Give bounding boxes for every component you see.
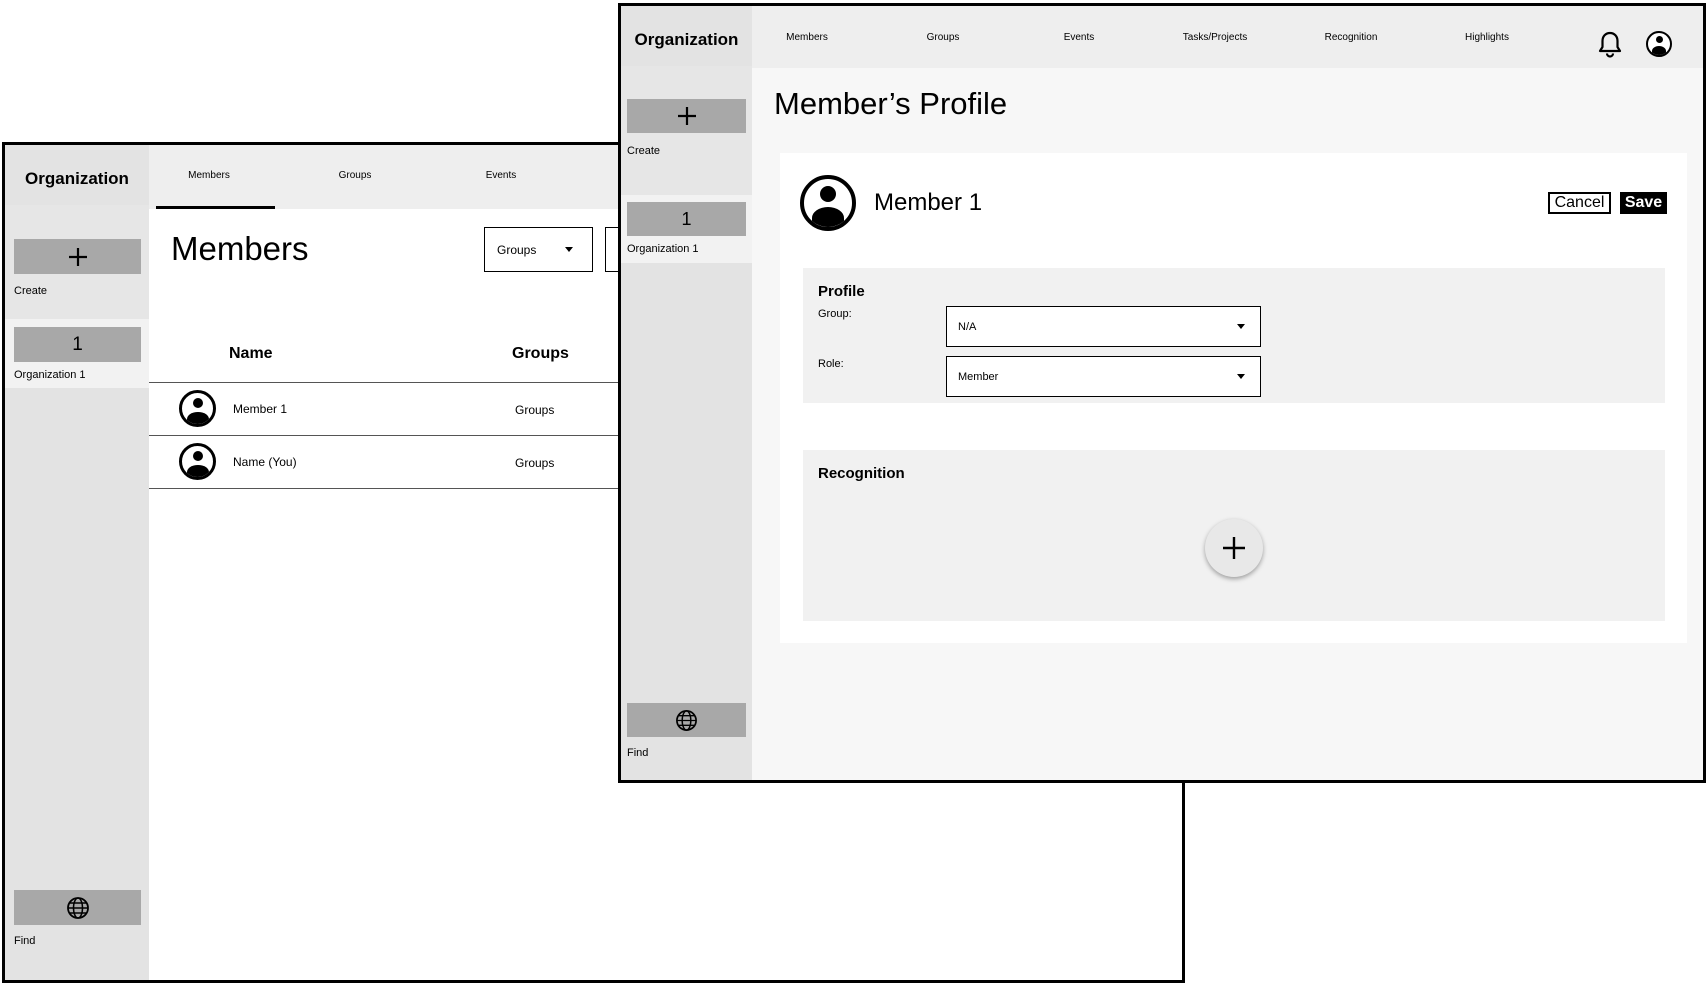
- user-account-icon[interactable]: [1646, 31, 1672, 57]
- chevron-down-icon: [1237, 374, 1245, 379]
- find-label: Find: [14, 935, 36, 947]
- profile-panel: Member 1 Cancel Save Profile Group: N/A …: [780, 153, 1687, 643]
- bell-icon[interactable]: [1597, 30, 1623, 58]
- tab-recognition[interactable]: Recognition: [1296, 32, 1406, 43]
- column-header-groups: Groups: [512, 345, 569, 362]
- member-name[interactable]: Member 1: [233, 402, 287, 416]
- member-profile-window: Organization Create 1 Organization 1 Fin…: [618, 3, 1706, 783]
- find-label: Find: [627, 747, 649, 759]
- plus-icon: [1223, 537, 1245, 559]
- sidebar: Organization Create 1 Organization 1 Fin…: [5, 145, 149, 980]
- chevron-down-icon: [565, 247, 573, 252]
- group-select[interactable]: N/A: [946, 306, 1261, 347]
- find-button[interactable]: [627, 703, 746, 737]
- member-name: Member 1: [874, 189, 983, 216]
- role-select[interactable]: Member: [946, 356, 1261, 397]
- chevron-down-icon: [1237, 324, 1245, 329]
- globe-icon: [66, 896, 89, 919]
- globe-icon: [676, 709, 697, 731]
- avatar: [179, 390, 216, 427]
- org-tile[interactable]: 1 Organization 1: [621, 195, 752, 263]
- sidebar: Organization Create 1 Organization 1 Fin…: [621, 6, 752, 780]
- tab-highlights[interactable]: Highlights: [1432, 32, 1542, 43]
- create-label: Create: [627, 145, 661, 157]
- recognition-heading: Recognition: [818, 465, 905, 482]
- page-title: Member’s Profile: [774, 86, 1008, 121]
- top-nav: Members Groups Events Tasks/Projects Rec…: [752, 6, 1703, 68]
- groups-filter-dropdown[interactable]: Groups: [484, 227, 593, 272]
- member-groups: Groups: [515, 456, 555, 470]
- table-divider: [149, 382, 629, 383]
- add-recognition-button[interactable]: [1205, 519, 1263, 577]
- member-avatar: [800, 175, 856, 231]
- org-number[interactable]: 1: [627, 202, 746, 236]
- create-section: Create: [621, 66, 752, 196]
- profile-card: Profile Group: N/A Role: Member: [803, 268, 1665, 403]
- plus-icon: [68, 247, 87, 266]
- tab-groups[interactable]: Groups: [888, 32, 998, 43]
- member-groups: Groups: [515, 403, 555, 417]
- role-value: Member: [958, 370, 999, 383]
- role-label: Role:: [818, 358, 844, 370]
- org-tile[interactable]: 1 Organization 1: [5, 319, 149, 388]
- save-button[interactable]: Save: [1620, 192, 1667, 214]
- dropdown-value: Groups: [497, 242, 537, 257]
- tab-tasks-projects[interactable]: Tasks/Projects: [1160, 32, 1270, 43]
- tab-groups[interactable]: Groups: [295, 170, 415, 181]
- org-number[interactable]: 1: [14, 327, 141, 362]
- group-value: N/A: [958, 320, 977, 333]
- create-button[interactable]: [627, 99, 746, 133]
- create-button[interactable]: [14, 239, 141, 274]
- org-label: Organization 1: [14, 369, 86, 381]
- column-header-name: Name: [229, 345, 273, 362]
- org-label: Organization 1: [627, 243, 699, 255]
- plus-icon: [677, 107, 696, 125]
- tab-members[interactable]: Members: [752, 32, 862, 43]
- avatar: [179, 443, 216, 480]
- tab-members[interactable]: Members: [149, 170, 269, 181]
- find-button[interactable]: [14, 890, 141, 925]
- group-label: Group:: [818, 308, 852, 320]
- table-divider: [149, 435, 629, 436]
- create-label: Create: [14, 285, 48, 297]
- page-title: Members: [171, 230, 309, 267]
- member-name[interactable]: Name (You): [233, 455, 297, 469]
- recognition-card: Recognition: [803, 450, 1665, 621]
- tab-events[interactable]: Events: [441, 170, 561, 181]
- cancel-button[interactable]: Cancel: [1548, 192, 1611, 214]
- brand-title: Organization: [25, 169, 129, 188]
- profile-heading: Profile: [818, 283, 865, 300]
- brand-title: Organization: [634, 30, 739, 49]
- create-section: Create: [5, 205, 149, 320]
- table-divider: [149, 488, 629, 489]
- active-tab-indicator: [156, 206, 275, 209]
- tab-events[interactable]: Events: [1024, 32, 1134, 43]
